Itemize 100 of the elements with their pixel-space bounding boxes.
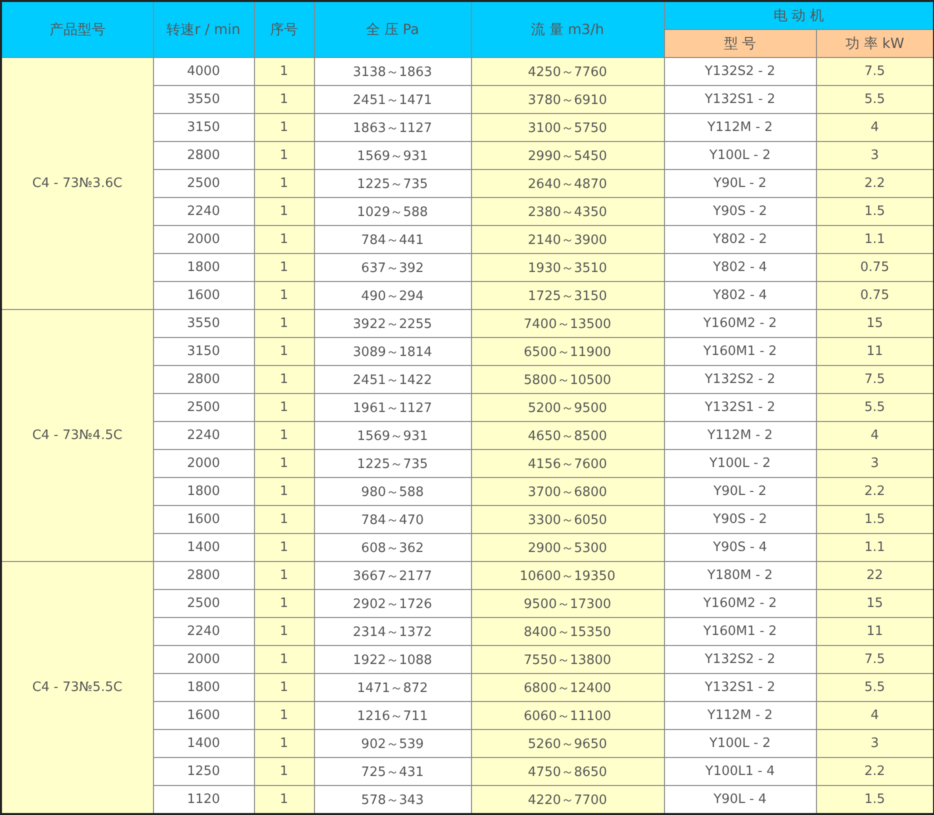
table-cell: 1 (254, 86, 314, 114)
table-cell: 3150 (153, 114, 254, 142)
table-cell: 4156～7600 (471, 450, 664, 478)
table-cell: C4 - 73№4.5C (1, 310, 153, 562)
table-cell: 3 (816, 450, 934, 478)
table-cell: 1 (254, 254, 314, 282)
table-cell: 1250 (153, 758, 254, 786)
table-cell: Y100L - 2 (664, 142, 816, 170)
header-cell: 转速r / min (153, 1, 254, 58)
table-cell: 7.5 (816, 58, 934, 86)
header-cell: 流 量 m3/h (471, 1, 664, 58)
table-cell: 1922～1088 (314, 646, 471, 674)
table-cell: 2800 (153, 562, 254, 590)
table-cell: 3780～6910 (471, 86, 664, 114)
table-cell: 1 (254, 338, 314, 366)
table-cell: 4750～8650 (471, 758, 664, 786)
table-cell: 1 (254, 730, 314, 758)
table-cell: Y112M - 2 (664, 422, 816, 450)
table-cell: 1216～711 (314, 702, 471, 730)
table-cell: 22 (816, 562, 934, 590)
table-cell: 1 (254, 170, 314, 198)
table-cell: 1569～931 (314, 142, 471, 170)
table-cell: 5.5 (816, 86, 934, 114)
table-cell: Y90L - 4 (664, 786, 816, 814)
table-cell: 2990～5450 (471, 142, 664, 170)
table-cell: 4250～7760 (471, 58, 664, 86)
table-cell: 0.75 (816, 254, 934, 282)
table-cell: 2451～1471 (314, 86, 471, 114)
header-cell: 功 率 kW (816, 30, 934, 58)
table-cell: 1.5 (816, 786, 934, 814)
table-cell: 1 (254, 394, 314, 422)
table-cell: 5.5 (816, 674, 934, 702)
table-cell: 1 (254, 422, 314, 450)
table-cell: 3089～1814 (314, 338, 471, 366)
table-cell: Y802 - 4 (664, 282, 816, 310)
table-cell: Y100L - 2 (664, 450, 816, 478)
table-cell: 1 (254, 142, 314, 170)
table-cell: 3 (816, 142, 934, 170)
table-cell: 1 (254, 534, 314, 562)
table-cell: 2451～1422 (314, 366, 471, 394)
table-cell: 2500 (153, 590, 254, 618)
table-cell: 1.1 (816, 534, 934, 562)
table-cell: 1.1 (816, 226, 934, 254)
table-cell: 1 (254, 674, 314, 702)
table-cell: 1600 (153, 702, 254, 730)
table-cell: 2000 (153, 646, 254, 674)
table-cell: 6500～11900 (471, 338, 664, 366)
table-cell: 490～294 (314, 282, 471, 310)
table-cell: 3 (816, 730, 934, 758)
table-cell: 1.5 (816, 506, 934, 534)
table-cell: 10600～19350 (471, 562, 664, 590)
table-cell: 2.2 (816, 170, 934, 198)
table-cell: Y160M2 - 2 (664, 590, 816, 618)
table-cell: 2000 (153, 226, 254, 254)
table-cell: 2500 (153, 170, 254, 198)
table-cell: 2640～4870 (471, 170, 664, 198)
table-cell: 1 (254, 702, 314, 730)
table-cell: 1 (254, 58, 314, 86)
table-cell: 4220～7700 (471, 786, 664, 814)
table-cell: 1863～1127 (314, 114, 471, 142)
table-cell: 3300～6050 (471, 506, 664, 534)
table-cell: Y180M - 2 (664, 562, 816, 590)
table-cell: 3667～2177 (314, 562, 471, 590)
table-cell: 2500 (153, 394, 254, 422)
table-cell: 2800 (153, 142, 254, 170)
table-cell: Y112M - 2 (664, 114, 816, 142)
table-cell: 3550 (153, 86, 254, 114)
table-cell: 1 (254, 786, 314, 814)
table-cell: Y90L - 2 (664, 478, 816, 506)
table-cell: 1225～735 (314, 170, 471, 198)
table-cell: Y132S1 - 2 (664, 674, 816, 702)
table-cell: 1600 (153, 506, 254, 534)
table-cell: 6800～12400 (471, 674, 664, 702)
header-cell: 产品型号 (1, 1, 153, 58)
table-cell: 2.2 (816, 758, 934, 786)
header-cell: 序号 (254, 1, 314, 58)
table-cell: 1800 (153, 674, 254, 702)
table-cell: 1.5 (816, 198, 934, 226)
table-cell: 2800 (153, 366, 254, 394)
table-cell: Y100L1 - 4 (664, 758, 816, 786)
table-cell: 2240 (153, 422, 254, 450)
table-cell: Y90S - 2 (664, 198, 816, 226)
table-cell: 1 (254, 450, 314, 478)
table-cell: 637～392 (314, 254, 471, 282)
table-cell: 1 (254, 758, 314, 786)
table-cell: Y132S2 - 2 (664, 646, 816, 674)
table-cell: 1 (254, 310, 314, 338)
table-cell: 4 (816, 114, 934, 142)
table-cell: 6060～11100 (471, 702, 664, 730)
table-cell: 1400 (153, 534, 254, 562)
table-cell: 725～431 (314, 758, 471, 786)
table-cell: Y802 - 4 (664, 254, 816, 282)
table-cell: 5200～9500 (471, 394, 664, 422)
table-cell: 1029～588 (314, 198, 471, 226)
table-cell: 4000 (153, 58, 254, 86)
table-cell: 5.5 (816, 394, 934, 422)
table-cell: 1 (254, 282, 314, 310)
table-cell: 1600 (153, 282, 254, 310)
table-cell: Y160M1 - 2 (664, 338, 816, 366)
table-cell: 1 (254, 646, 314, 674)
